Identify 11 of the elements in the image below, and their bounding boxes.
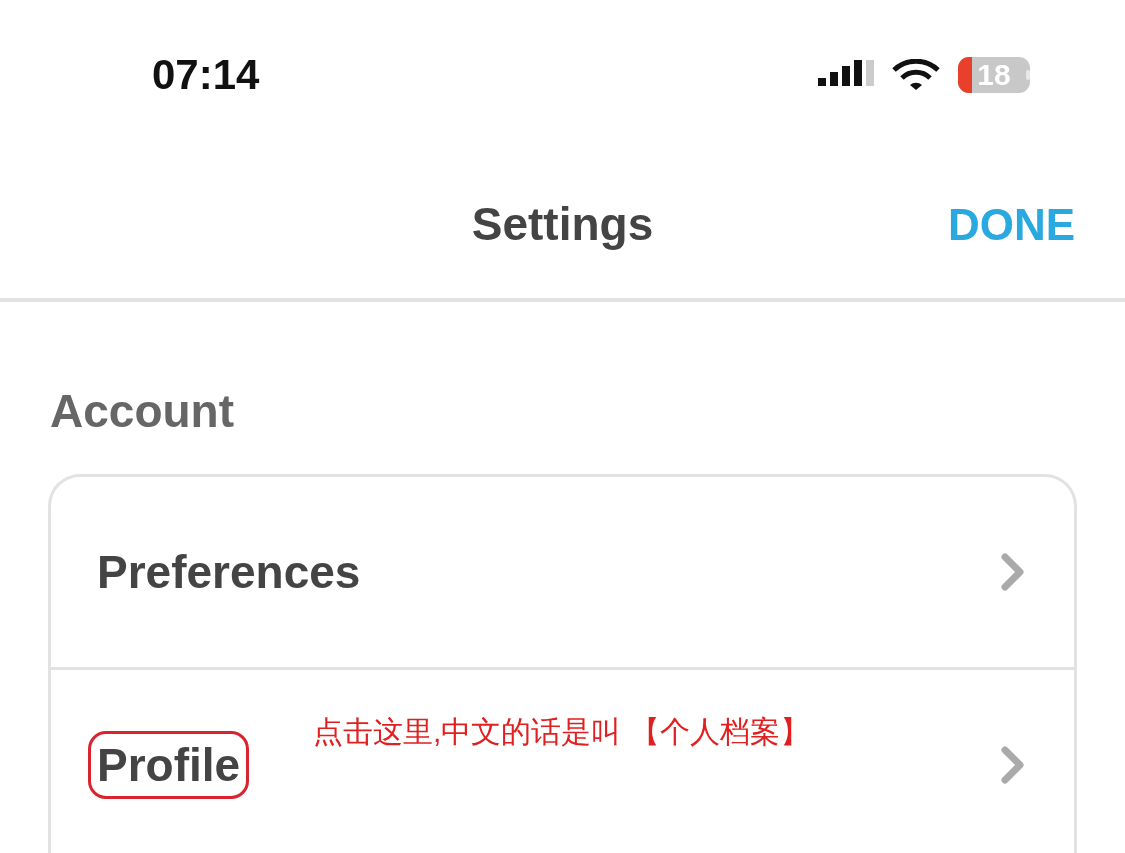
chevron-icon xyxy=(1000,552,1026,592)
row-label: Profile xyxy=(97,739,241,791)
section-title: Account xyxy=(49,384,235,439)
page-title: Settings xyxy=(471,197,654,251)
settings-row[interactable]: Preferences xyxy=(51,477,1074,667)
status-time: 07:14 xyxy=(152,51,260,99)
row-label: Preferences xyxy=(97,546,361,598)
chevron-icon xyxy=(1000,745,1026,785)
settings-row[interactable]: Profile 点击这里,中文的话是叫 【个人档案】 xyxy=(51,667,1074,853)
wifi-icon xyxy=(892,59,940,91)
annotation-note: 点击这里,中文的话是叫 【个人档案】 xyxy=(313,714,810,750)
